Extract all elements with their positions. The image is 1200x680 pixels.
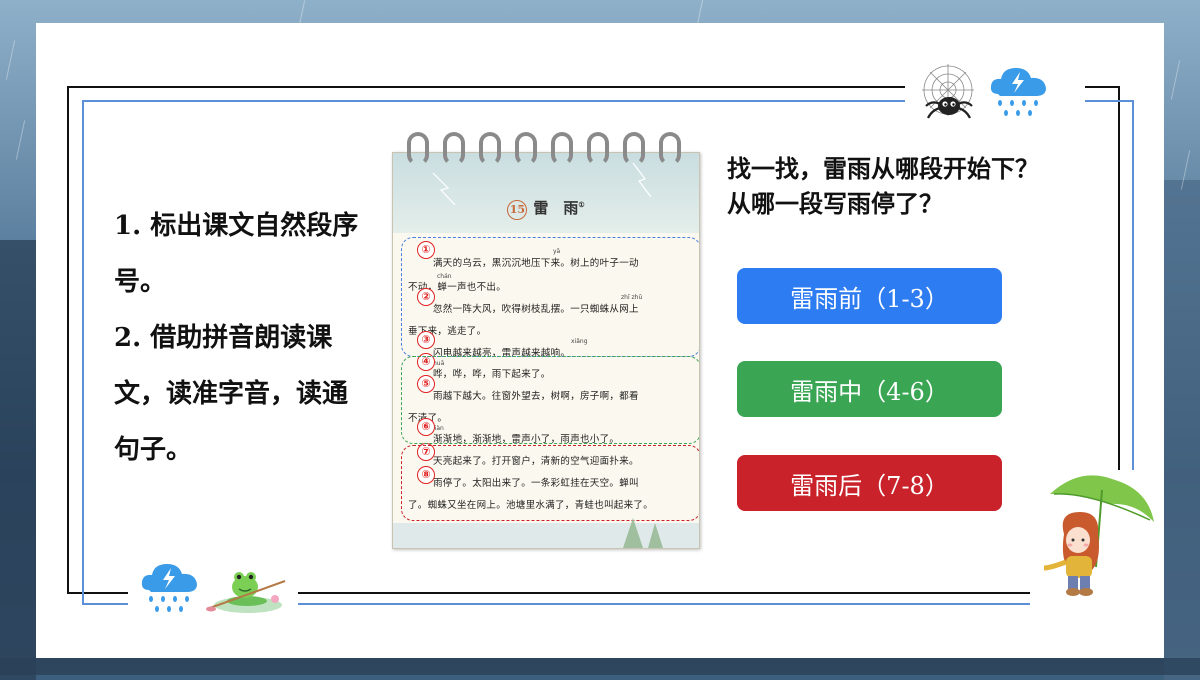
ring <box>515 132 537 166</box>
question: 找一找，雷雨从哪段开始下？ 从哪一段写雨停了？ <box>727 151 1147 221</box>
ring <box>587 132 609 166</box>
ring <box>479 132 501 166</box>
girl-umbrella-icon <box>1043 475 1154 596</box>
spider-icon <box>922 64 974 119</box>
after-storm-button[interactable]: 雷雨后（7-8） <box>737 455 1002 511</box>
footnote-mark: ① <box>578 200 585 209</box>
ring <box>443 132 465 166</box>
page-header-illustration <box>393 153 699 233</box>
during-storm-button[interactable]: 雷雨中（4-6） <box>737 361 1002 417</box>
ring <box>623 132 645 166</box>
question-line-2: 从哪一段写雨停了？ <box>727 189 943 218</box>
lightning-sky-illustration <box>432 162 652 206</box>
textbook-page: 15 雷 雨① 满天的乌云，黑沉沉地压下来。树上的叶子一动 不动，蝉一声也不出。 … <box>392 152 700 549</box>
question-line-1: 找一找，雷雨从哪段开始下？ <box>727 154 1039 183</box>
ring <box>407 132 429 166</box>
ring <box>659 132 681 166</box>
ring <box>551 132 573 166</box>
cloud-lightning-icon <box>990 68 1046 116</box>
group-box-after <box>401 445 699 521</box>
lesson-number: 15 <box>507 200 528 220</box>
lesson-title: 15 雷 雨① <box>393 197 699 220</box>
frog-icon <box>206 572 286 613</box>
group-box-before <box>401 237 699 357</box>
before-storm-button[interactable]: 雷雨前（1-3） <box>737 268 1002 324</box>
cloud-lightning-icon <box>141 564 197 612</box>
instruction-1: 1. 标出课文自然段序号。 <box>114 211 359 297</box>
instruction-2: 2. 借助拼音朗读课文，读准字音，读通句子。 <box>114 323 349 465</box>
instructions: 1. 标出课文自然段序号。 2. 借助拼音朗读课文，读准字音，读通句子。 <box>114 198 364 478</box>
group-box-during <box>401 356 699 444</box>
lesson-title-text: 雷 雨 <box>533 199 579 217</box>
pond-illustration <box>393 518 699 548</box>
